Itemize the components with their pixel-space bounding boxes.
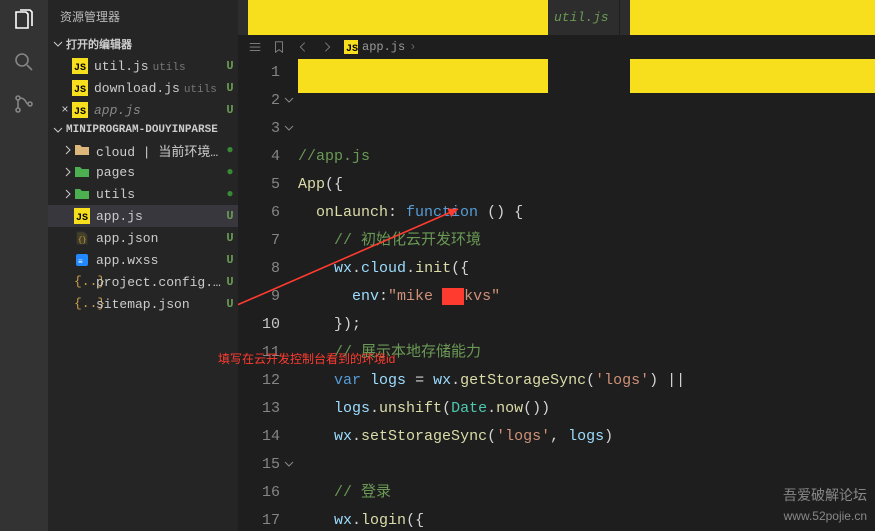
json-file-icon: {} [74,230,90,246]
js-file-icon: JS [72,58,88,74]
svg-text:JS: JS [74,63,86,74]
git-badge: U [222,297,238,311]
open-editor-item[interactable]: ×JSdownload.jsutilsU [48,77,238,99]
watermark-url: www.52pojie.cn [784,509,867,523]
js-file-icon: JS [344,40,358,54]
chevron-right-icon [62,188,74,200]
back-icon[interactable] [296,40,310,54]
search-icon[interactable] [12,50,36,74]
git-badge: U [222,231,238,245]
annotation-text: 填写在云开发控制台看到的环境id [218,350,395,367]
svg-text:JS: JS [346,44,358,54]
git-badge: U [222,253,238,267]
forward-icon[interactable] [320,40,334,54]
git-dot: ● [222,165,238,179]
code-editor[interactable]: 123456789101112131415161718 //app.jsApp(… [238,59,875,531]
chevron-down-icon [52,124,64,136]
sidebar-title: 资源管理器 [48,0,238,33]
explorer-icon[interactable] [12,8,36,32]
sidebar: 资源管理器 打开的编辑器 ×JSutil.jsutilsU×JSdownload… [48,0,238,531]
breadcrumb[interactable]: JS app.js › [238,35,875,59]
tree-file[interactable]: {..}project.config.js...U [48,271,238,293]
editor-tab[interactable]: JSdownload.js [620,0,875,35]
git-badge: U [222,103,238,117]
workspace-header[interactable]: MINIPROGRAM-DOUYINPARSE [48,121,238,139]
wxss-file-icon: ≡ [74,252,90,268]
svg-text:{}: {} [78,237,86,245]
watermark-title: 吾爱破解论坛 [783,485,867,505]
folder-icon [74,186,90,202]
editor-area: JSutil.jsJSdownload.jsJSapp.js× JS app.j… [238,0,875,531]
tree-file[interactable]: ≡app.wxssU [48,249,238,271]
fold-icon[interactable] [284,459,294,469]
editor-tab[interactable]: JSutil.js [238,0,620,35]
bookmark-icon[interactable] [272,40,286,54]
tree-file[interactable]: {..}sitemap.jsonU [48,293,238,315]
tab-bar: JSutil.jsJSdownload.jsJSapp.js× [238,0,875,35]
folder-icon [74,164,90,180]
git-dot: ● [222,143,238,157]
tree-folder[interactable]: pages● [48,161,238,183]
js-file-icon: JS [72,80,88,96]
js-file-icon: JS [72,102,88,118]
svg-text:JS: JS [74,107,86,118]
tree-folder[interactable]: utils● [48,183,238,205]
fold-icon[interactable] [284,95,294,105]
scm-icon[interactable] [12,92,36,116]
chevron-down-icon [52,38,64,50]
open-editor-item[interactable]: ×JSutil.jsutilsU [48,55,238,77]
tree-folder[interactable]: cloud | 当前环境...● [48,139,238,161]
chevron-right-icon [62,166,74,178]
git-badge: U [222,209,238,223]
tree-file[interactable]: JSapp.jsU [48,205,238,227]
brace-file-icon: {..} [74,296,90,312]
git-badge: U [222,81,238,95]
svg-text:JS: JS [74,85,86,96]
chevron-right-icon [62,144,74,156]
folder-icon [74,142,90,158]
svg-text:≡: ≡ [78,258,83,267]
js-file-icon: JS [74,208,90,224]
menu-icon[interactable] [248,40,262,54]
git-badge: U [222,275,238,289]
tree-file[interactable]: {}app.jsonU [48,227,238,249]
git-badge: U [222,59,238,73]
git-dot: ● [222,187,238,201]
fold-icon[interactable] [284,123,294,133]
svg-text:JS: JS [76,213,88,224]
brace-file-icon: {..} [74,274,90,290]
close-icon[interactable]: × [58,103,72,117]
activity-bar [0,0,48,531]
open-editor-item[interactable]: ×JSapp.jsU [48,99,238,121]
breadcrumb-file[interactable]: JS app.js › [344,40,416,54]
open-editors-header[interactable]: 打开的编辑器 [48,33,238,55]
